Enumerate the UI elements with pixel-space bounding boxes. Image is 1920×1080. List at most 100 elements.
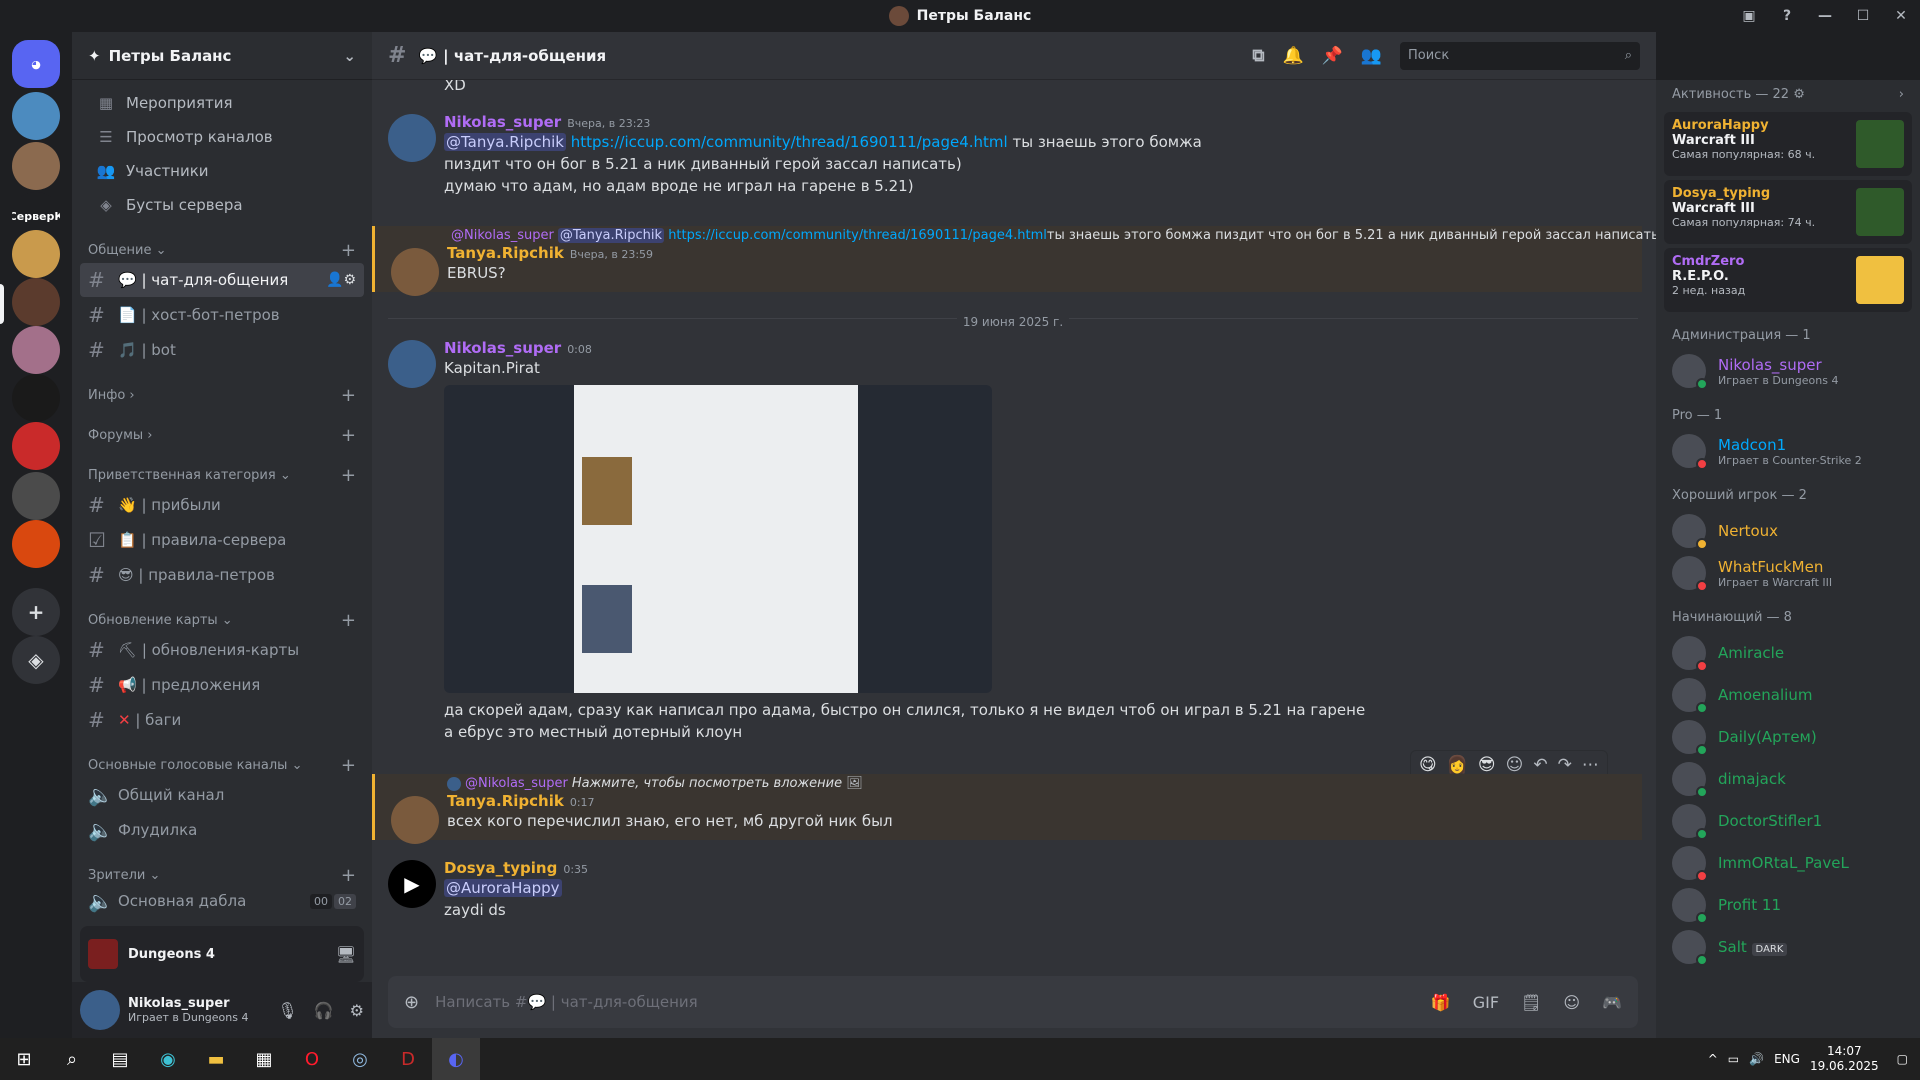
screen-share-icon[interactable]: 🖥 [336,945,356,964]
clock[interactable]: 14:07 19.06.2025 [1810,1044,1879,1074]
author-name[interactable]: Tanya.Ripchik [447,244,564,262]
channel-bugs[interactable]: # ✕ | баги [80,703,364,737]
author-name[interactable]: Nikolas_super [444,339,561,357]
member-item[interactable]: DoctorStifler1 [1656,800,1920,842]
server-icon-8[interactable] [12,422,60,470]
dungeons-icon[interactable]: D [384,1038,432,1080]
chevron-right-icon[interactable]: › [1899,87,1904,102]
category-map-updates[interactable]: Обновление карты ⌄ + [72,608,372,632]
emoji-icon[interactable]: ☺ [1563,993,1580,1012]
gift-icon[interactable]: 🎁 [1431,993,1451,1012]
reaction-smile-icon[interactable]: 😋 [1419,755,1437,775]
task-view-icon[interactable]: ▤ [96,1038,144,1080]
category-info[interactable]: Инфо › + [72,383,372,407]
voice-channel-flood[interactable]: 🔈 Флудилка [80,813,364,847]
channel-bot[interactable]: # 🎵 | bot [80,333,364,367]
notification-icon[interactable]: ▢ [1897,1052,1908,1066]
reaction-cool-icon[interactable]: 😎 [1478,755,1496,775]
discord-icon[interactable]: ◕ [12,40,60,88]
avatar[interactable] [391,796,439,844]
nav-members[interactable]: 👥 Участники [80,154,364,188]
member-item[interactable]: Nikolas_super Играет в Dungeons 4 [1656,350,1920,392]
author-name[interactable]: Nikolas_super [444,113,561,131]
add-channel-icon[interactable]: + [341,240,356,261]
maximize-button[interactable]: ☐ [1844,8,1882,24]
member-item[interactable]: Salt DARK [1656,926,1920,968]
forward-icon[interactable]: ↷ [1558,755,1572,775]
store-icon[interactable]: ▦ [240,1038,288,1080]
search-input[interactable]: Поиск ⌕ [1400,41,1640,70]
add-attachment-icon[interactable]: ⊕ [404,992,419,1013]
windows-start-icon[interactable]: ⊞ [0,1038,48,1080]
channel-host[interactable]: # 📄 | хост-бот-петров [80,298,364,332]
member-item[interactable]: Daily(Артем) [1656,716,1920,758]
mention[interactable]: @AuroraHappy [444,879,562,897]
activity-card[interactable]: Dosya_typing Warcraft III Самая популярная… [1664,180,1912,244]
gif-icon[interactable]: GIF [1473,993,1499,1012]
network-icon[interactable]: ▭ [1728,1052,1739,1066]
inbox-icon[interactable]: ▣ [1730,8,1768,24]
author-name[interactable]: Tanya.Ripchik [447,792,564,810]
server-icon-10[interactable] [12,520,60,568]
volume-icon[interactable]: 🔊 [1749,1052,1764,1066]
discord-taskbar-icon[interactable]: ◐ [432,1038,480,1080]
add-channel-icon[interactable]: + [341,610,356,631]
chevron-up-icon[interactable]: ^ [1708,1052,1718,1066]
member-item[interactable]: dimajack [1656,758,1920,800]
member-item[interactable]: WhatFuckMen Играет в Warcraft III [1656,552,1920,594]
nav-events[interactable]: ▦ Мероприятия [80,86,364,120]
threads-icon[interactable]: ⧉ [1252,46,1264,66]
reaction-face-icon[interactable]: 👩 [1447,755,1468,775]
member-item[interactable]: Amiracle [1656,632,1920,674]
pin-icon[interactable]: 📌 [1322,46,1343,66]
members-list-icon[interactable]: 👥 [1361,46,1382,66]
minimize-button[interactable]: — [1806,8,1844,24]
file-explorer-icon[interactable]: ▬ [192,1038,240,1080]
reply-preview[interactable]: @Nikolas_super Нажмите, чтобы посмотреть … [447,776,1642,791]
server-icon-9[interactable] [12,472,60,520]
server-icon-6[interactable] [12,326,60,374]
server-icon-4[interactable] [12,230,60,278]
help-icon[interactable]: ? [1768,8,1806,24]
reply-icon[interactable]: ↶ [1533,755,1547,775]
server-header[interactable]: ✦ Петры Баланс ⌄ [72,32,372,80]
headphones-icon[interactable]: 🎧 [314,1001,334,1020]
channel-chat[interactable]: # 💬 | чат-для-общения 👤⚙ [80,263,364,297]
server-icon-7[interactable] [12,374,60,422]
category-forums[interactable]: Форумы › + [72,423,372,447]
search-icon[interactable]: ⌕ [48,1038,96,1080]
microphone-icon[interactable]: 🎙 [277,1001,297,1020]
channel-rules2[interactable]: # 😎 | правила-петров [80,558,364,592]
steam-icon[interactable]: ◎ [336,1038,384,1080]
edge-icon[interactable]: ◉ [144,1038,192,1080]
voice-channel-general[interactable]: 🔈 Общий канал [80,778,364,812]
close-button[interactable]: ✕ [1882,8,1920,24]
add-channel-icon[interactable]: + [341,865,356,886]
game-controller-icon[interactable]: 🎮 [1602,993,1622,1012]
avatar[interactable]: ▶ [388,860,436,908]
category-viewers[interactable]: Зрители ⌄ + [72,863,372,887]
avatar[interactable] [80,990,120,1030]
author-name[interactable]: Dosya_typing [444,859,557,877]
member-item[interactable]: Madcon1 Играет в Counter-Strike 2 [1656,430,1920,472]
avatar[interactable] [388,340,436,388]
language-indicator[interactable]: ENG [1774,1052,1800,1066]
more-icon[interactable]: ⋯ [1582,755,1599,775]
channel-updates[interactable]: # ⛏ | обновления-карты [80,633,364,667]
activity-card[interactable]: CmdrZero R.E.P.O. 2 нед. назад [1664,248,1912,312]
member-item[interactable]: ImmORtaL_PaveL [1656,842,1920,884]
discover-icon[interactable]: ◈ [12,636,60,684]
category-voice[interactable]: Основные голосовые каналы ⌄ + [72,753,372,777]
sticker-icon[interactable]: 🗒 [1521,993,1541,1012]
member-item[interactable]: Amoenalium [1656,674,1920,716]
add-channel-icon[interactable]: + [341,465,356,486]
opera-icon[interactable]: O [288,1038,336,1080]
add-reaction-icon[interactable]: ☺ [1506,755,1524,775]
reply-preview[interactable]: @Nikolas_super @Tanya.Ripchik https://icc… [447,228,1656,243]
message-composer[interactable]: ⊕ Написать #💬 | чат-для-общения 🎁 GIF 🗒 … [388,976,1638,1028]
add-channel-icon[interactable]: + [341,755,356,776]
server-icon-5[interactable] [12,278,60,326]
message-link[interactable]: https://iccup.com/community/thread/16901… [571,133,1008,151]
category-general[interactable]: Общение ⌄ + [72,238,372,262]
member-item[interactable]: Nertoux [1656,510,1920,552]
